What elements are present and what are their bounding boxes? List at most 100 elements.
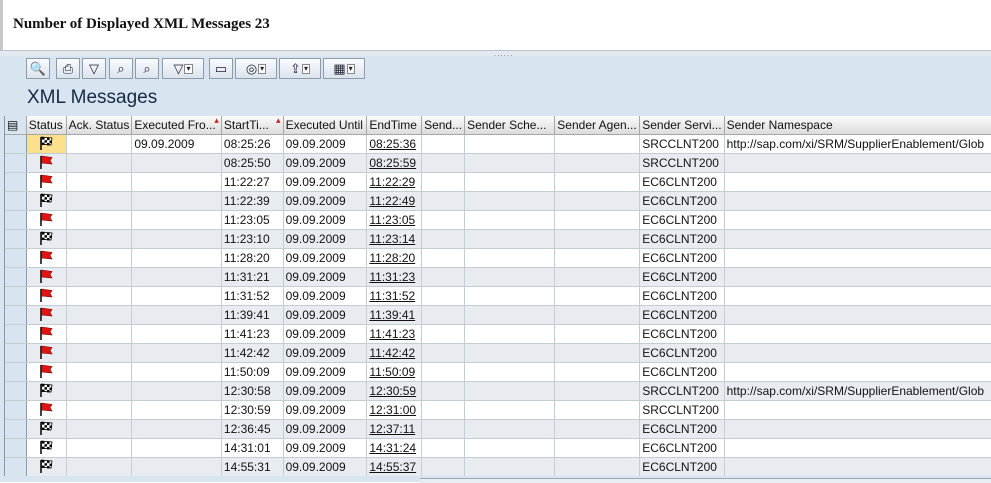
row-selector[interactable] xyxy=(5,419,27,439)
table-row[interactable]: 08:25:50 09.09.2009 08:25:59 SRCCLNT200 xyxy=(5,153,991,173)
row-selector[interactable] xyxy=(5,438,27,458)
executed-until-cell-text: 09.09.2009 xyxy=(285,270,346,284)
find-button[interactable]: ⌕ xyxy=(109,58,133,79)
row-selector[interactable] xyxy=(5,381,27,401)
end-time-link[interactable]: 08:25:59 xyxy=(366,153,423,173)
status-cell[interactable] xyxy=(26,362,67,382)
status-cell[interactable] xyxy=(26,305,67,325)
column-header[interactable]: Sender Namespace xyxy=(724,116,991,135)
column-header[interactable]: EndTime xyxy=(366,116,423,135)
row-selector[interactable] xyxy=(5,153,27,173)
column-header[interactable]: Status xyxy=(26,116,67,135)
table-row[interactable]: 11:31:52 09.09.2009 11:31:52 EC6CLNT200 xyxy=(5,286,991,306)
status-cell[interactable] xyxy=(26,191,67,211)
red-flag-icon xyxy=(38,307,54,324)
row-selector[interactable] xyxy=(5,343,27,363)
status-cell[interactable] xyxy=(26,400,67,420)
row-selector[interactable] xyxy=(5,248,27,268)
start-time-cell: 11:50:09 xyxy=(221,362,284,382)
filter-button[interactable]: ▽ xyxy=(82,58,106,79)
column-header[interactable]: Executed Fro... ▴ xyxy=(131,116,222,135)
status-cell[interactable] xyxy=(26,134,67,154)
end-time-link[interactable]: 11:22:49 xyxy=(366,191,423,211)
status-cell[interactable] xyxy=(26,172,67,192)
status-cell[interactable] xyxy=(26,229,67,249)
details-button[interactable]: 🔍 xyxy=(26,58,50,79)
layout-button[interactable]: ▦ ▾ xyxy=(323,58,365,79)
column-header[interactable]: Send... xyxy=(421,116,466,135)
row-selector[interactable] xyxy=(5,210,27,230)
horizontal-scrollbar[interactable] xyxy=(420,478,991,483)
end-time-link[interactable]: 11:31:23 xyxy=(366,267,423,287)
row-selector[interactable] xyxy=(5,362,27,382)
export-button[interactable]: ⇪ ▾ xyxy=(279,58,321,79)
end-time-link[interactable]: 11:28:20 xyxy=(366,248,423,268)
find-next-button[interactable]: ⌕ xyxy=(135,58,159,79)
row-selector[interactable] xyxy=(5,229,27,249)
table-row[interactable]: 11:28:20 09.09.2009 11:28:20 EC6CLNT200 xyxy=(5,248,991,268)
set-filter-button[interactable]: ▽ ▾ xyxy=(162,58,204,79)
column-header[interactable]: Executed Until xyxy=(283,116,368,135)
status-cell[interactable] xyxy=(26,457,67,476)
column-header[interactable]: Ack. Status xyxy=(66,116,133,135)
table-row[interactable]: 11:23:10 09.09.2009 11:23:14 EC6CLNT200 xyxy=(5,229,991,249)
status-cell[interactable] xyxy=(26,248,67,268)
end-time-link[interactable]: 11:50:09 xyxy=(366,362,423,382)
table-row[interactable]: 11:23:05 09.09.2009 11:23:05 EC6CLNT200 xyxy=(5,210,991,230)
table-row[interactable]: 11:31:21 09.09.2009 11:31:23 EC6CLNT200 xyxy=(5,267,991,287)
end-time-link[interactable]: 11:31:52 xyxy=(366,286,423,306)
end-time-link[interactable]: 12:37:11 xyxy=(366,419,423,439)
end-time-link[interactable]: 12:31:00 xyxy=(366,400,423,420)
end-time-link[interactable]: 11:42:42 xyxy=(366,343,423,363)
status-cell[interactable] xyxy=(26,419,67,439)
column-header[interactable]: Sender Sche... xyxy=(464,116,556,135)
table-row[interactable]: 14:55:31 09.09.2009 14:55:37 EC6CLNT200 xyxy=(5,457,991,476)
print-button[interactable]: ⎙ xyxy=(56,58,80,79)
row-selector[interactable] xyxy=(5,267,27,287)
end-time-link[interactable]: 11:41:23 xyxy=(366,324,423,344)
status-cell[interactable] xyxy=(26,153,67,173)
column-header[interactable]: Sender Servi... xyxy=(639,116,725,135)
status-cell[interactable] xyxy=(26,210,67,230)
end-time-link[interactable]: 11:39:41 xyxy=(366,305,423,325)
row-selector[interactable] xyxy=(5,286,27,306)
table-row[interactable]: 11:50:09 09.09.2009 11:50:09 EC6CLNT200 xyxy=(5,362,991,382)
end-time-link[interactable]: 14:31:24 xyxy=(366,438,423,458)
status-cell[interactable] xyxy=(26,438,67,458)
table-row[interactable]: 12:30:59 09.09.2009 12:31:00 SRCCLNT200 xyxy=(5,400,991,420)
table-row[interactable]: 12:30:58 09.09.2009 12:30:59 SRCCLNT200 http… xyxy=(5,381,991,401)
column-header[interactable]: Sender Agen... xyxy=(554,116,641,135)
row-selector[interactable] xyxy=(5,191,27,211)
row-selector[interactable] xyxy=(5,172,27,192)
end-time-link[interactable]: 11:23:05 xyxy=(366,210,423,230)
status-cell[interactable] xyxy=(26,343,67,363)
status-cell[interactable] xyxy=(26,381,67,401)
row-selector[interactable] xyxy=(5,134,27,154)
column-header[interactable]: StartTi... ▴ xyxy=(221,116,284,135)
table-row[interactable]: 14:31:01 09.09.2009 14:31:24 EC6CLNT200 xyxy=(5,438,991,458)
table-row[interactable]: 11:22:27 09.09.2009 11:22:29 EC6CLNT200 xyxy=(5,172,991,192)
table-row[interactable]: 11:22:39 09.09.2009 11:22:49 EC6CLNT200 xyxy=(5,191,991,211)
table-row[interactable]: 11:42:42 09.09.2009 11:42:42 EC6CLNT200 xyxy=(5,343,991,363)
status-cell[interactable] xyxy=(26,286,67,306)
status-cell[interactable] xyxy=(26,324,67,344)
row-selector[interactable] xyxy=(5,400,27,420)
end-time-link[interactable]: 11:23:14 xyxy=(366,229,423,249)
sender-service-cell: SRCCLNT200 xyxy=(639,400,725,420)
row-selector[interactable] xyxy=(5,305,27,325)
row-selector[interactable] xyxy=(5,457,27,476)
view-button[interactable]: ◎ ▾ xyxy=(235,58,277,79)
print-preview-button[interactable]: ▭ xyxy=(209,58,233,79)
end-time-link[interactable]: 12:30:59 xyxy=(366,381,423,401)
end-time-link[interactable]: 14:55:37 xyxy=(366,457,423,476)
table-row[interactable]: 11:41:23 09.09.2009 11:41:23 EC6CLNT200 xyxy=(5,324,991,344)
end-time-link[interactable]: 08:25:36 xyxy=(366,134,423,154)
table-row[interactable]: 12:36:45 09.09.2009 12:37:11 EC6CLNT200 xyxy=(5,419,991,439)
select-all-cell[interactable]: ▤ xyxy=(5,116,27,135)
view-icon: ◎ xyxy=(245,60,258,76)
row-selector[interactable] xyxy=(5,324,27,344)
status-cell[interactable] xyxy=(26,267,67,287)
table-row[interactable]: 11:39:41 09.09.2009 11:39:41 EC6CLNT200 xyxy=(5,305,991,325)
table-row[interactable]: 09.09.2009 08:25:26 09.09.2009 08:25:36 SRCC… xyxy=(5,134,991,154)
end-time-link[interactable]: 11:22:29 xyxy=(366,172,423,192)
